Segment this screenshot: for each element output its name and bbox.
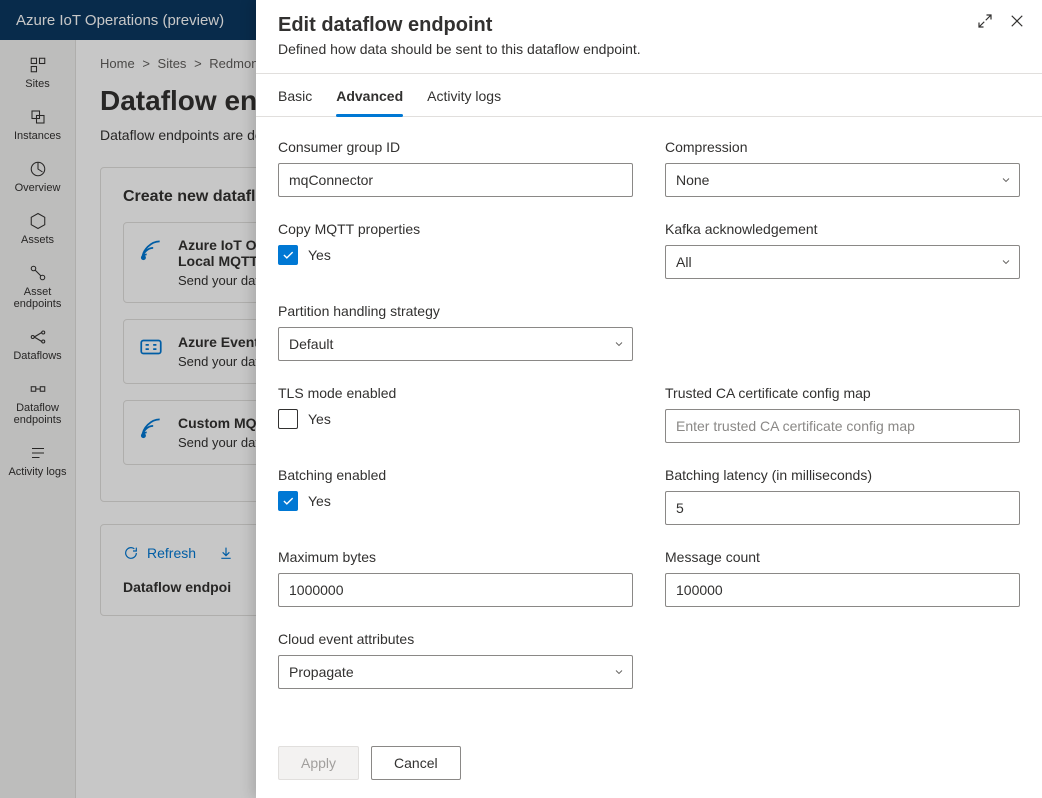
checkbox-batching-enabled-label: Yes bbox=[308, 493, 331, 509]
cancel-button[interactable]: Cancel bbox=[371, 746, 461, 780]
select-partition-strategy[interactable] bbox=[278, 327, 633, 361]
label-compression: Compression bbox=[665, 139, 1020, 155]
edit-endpoint-flyout: Edit dataflow endpoint Defined how data … bbox=[256, 0, 1042, 798]
field-message-count: Message count bbox=[665, 549, 1020, 607]
label-tls-mode: TLS mode enabled bbox=[278, 385, 633, 401]
select-cloud-event-attrs[interactable] bbox=[278, 655, 633, 689]
close-icon[interactable] bbox=[1008, 12, 1026, 30]
label-kafka-ack: Kafka acknowledgement bbox=[665, 221, 1020, 237]
label-batching-latency: Batching latency (in milliseconds) bbox=[665, 467, 1020, 483]
field-copy-mqtt: Copy MQTT properties Yes bbox=[278, 221, 633, 279]
field-batching-enabled: Batching enabled Yes bbox=[278, 467, 633, 525]
label-batching-enabled: Batching enabled bbox=[278, 467, 633, 483]
checkbox-tls-mode-label: Yes bbox=[308, 411, 331, 427]
input-consumer-group-id[interactable] bbox=[278, 163, 633, 197]
flyout-body: Consumer group ID Compression Copy MQTT … bbox=[256, 117, 1042, 732]
field-compression: Compression bbox=[665, 139, 1020, 197]
checkbox-copy-mqtt-label: Yes bbox=[308, 247, 331, 263]
input-max-bytes[interactable] bbox=[278, 573, 633, 607]
field-batching-latency: Batching latency (in milliseconds) bbox=[665, 467, 1020, 525]
input-message-count[interactable] bbox=[665, 573, 1020, 607]
field-cloud-event-attrs: Cloud event attributes bbox=[278, 631, 633, 689]
checkbox-copy-mqtt[interactable] bbox=[278, 245, 298, 265]
field-consumer-group-id: Consumer group ID bbox=[278, 139, 633, 197]
label-cloud-event-attrs: Cloud event attributes bbox=[278, 631, 633, 647]
flyout-title: Edit dataflow endpoint bbox=[278, 14, 1020, 37]
input-trusted-ca[interactable] bbox=[665, 409, 1020, 443]
flyout-subtitle: Defined how data should be sent to this … bbox=[278, 41, 1020, 57]
label-trusted-ca: Trusted CA certificate config map bbox=[665, 385, 1020, 401]
checkbox-batching-enabled[interactable] bbox=[278, 491, 298, 511]
field-empty-r7 bbox=[665, 631, 1020, 689]
field-kafka-ack: Kafka acknowledgement bbox=[665, 221, 1020, 279]
label-partition-strategy: Partition handling strategy bbox=[278, 303, 633, 319]
input-batching-latency[interactable] bbox=[665, 491, 1020, 525]
expand-icon[interactable] bbox=[976, 12, 994, 30]
field-empty-r3 bbox=[665, 303, 1020, 361]
check-icon bbox=[281, 494, 295, 508]
label-consumer-group-id: Consumer group ID bbox=[278, 139, 633, 155]
select-kafka-ack[interactable] bbox=[665, 245, 1020, 279]
field-partition-strategy: Partition handling strategy bbox=[278, 303, 633, 361]
flyout-header: Edit dataflow endpoint Defined how data … bbox=[256, 0, 1042, 74]
checkbox-tls-mode[interactable] bbox=[278, 409, 298, 429]
field-tls-mode: TLS mode enabled Yes bbox=[278, 385, 633, 443]
tab-activity-logs[interactable]: Activity logs bbox=[427, 74, 501, 116]
tab-advanced[interactable]: Advanced bbox=[336, 74, 403, 116]
field-trusted-ca: Trusted CA certificate config map bbox=[665, 385, 1020, 443]
apply-button[interactable]: Apply bbox=[278, 746, 359, 780]
select-compression[interactable] bbox=[665, 163, 1020, 197]
flyout-footer: Apply Cancel bbox=[256, 732, 1042, 798]
field-max-bytes: Maximum bytes bbox=[278, 549, 633, 607]
label-max-bytes: Maximum bytes bbox=[278, 549, 633, 565]
label-message-count: Message count bbox=[665, 549, 1020, 565]
label-copy-mqtt: Copy MQTT properties bbox=[278, 221, 633, 237]
tab-basic[interactable]: Basic bbox=[278, 74, 312, 116]
check-icon bbox=[281, 248, 295, 262]
flyout-tabs: Basic Advanced Activity logs bbox=[256, 74, 1042, 117]
